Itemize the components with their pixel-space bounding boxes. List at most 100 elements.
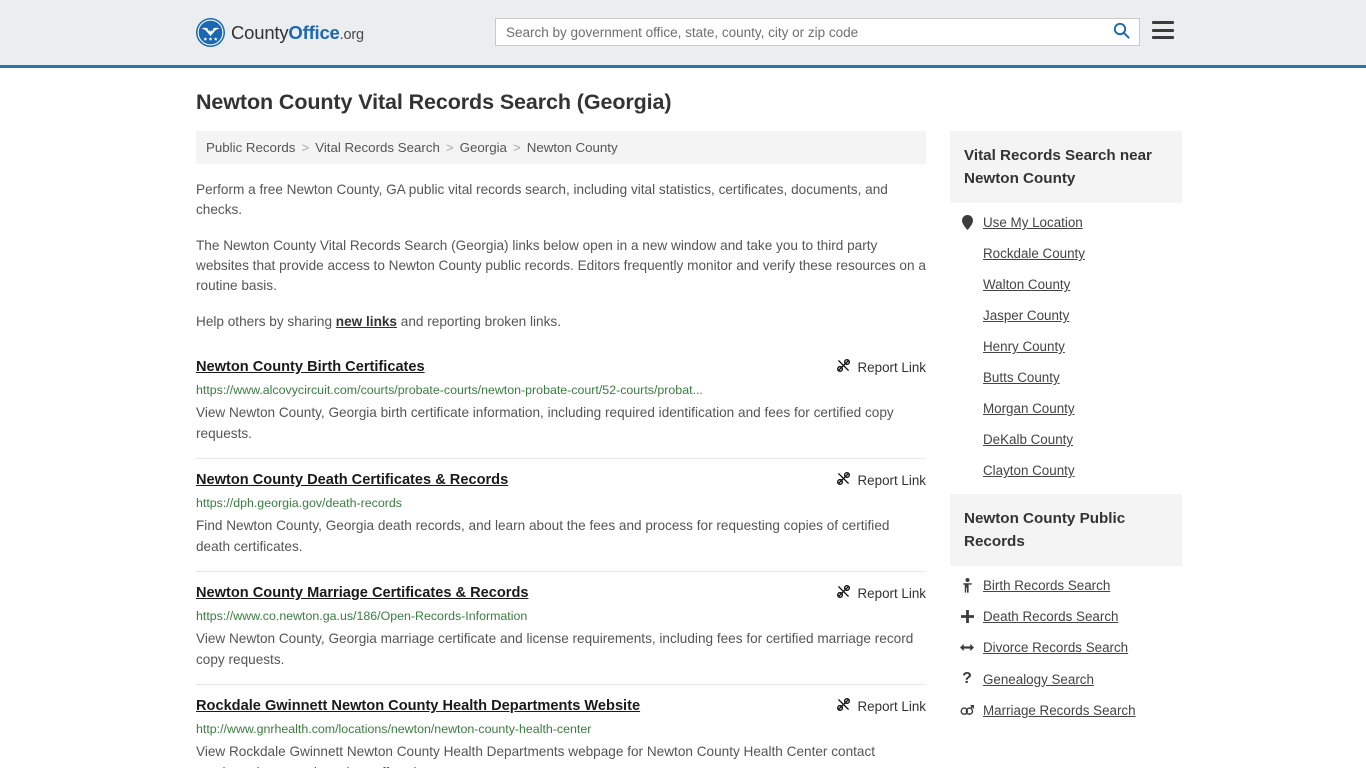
sidebar-public-records-list: Birth Records Search Death Records Searc… — [950, 566, 1182, 726]
sidebar-link-label[interactable]: Clayton County — [983, 463, 1075, 478]
report-link-label: Report Link — [857, 585, 926, 601]
hamburger-bar-1 — [1152, 21, 1174, 24]
sidebar-link-label[interactable]: Birth Records Search — [983, 578, 1110, 593]
sidebar-item-henry-county[interactable]: Henry County — [950, 331, 1182, 362]
search-input[interactable] — [496, 19, 1109, 45]
sidebar-link-label[interactable]: Rockdale County — [983, 246, 1085, 261]
report-link-label: Report Link — [857, 359, 926, 375]
result-description: View Newton County, Georgia marriage cer… — [196, 631, 914, 667]
question-mark-icon: ? — [962, 670, 972, 687]
broken-link-icon — [836, 471, 851, 489]
sidebar-link-label[interactable]: Genealogy Search — [983, 672, 1094, 687]
sidebar: Vital Records Search near Newton County … — [950, 131, 1182, 734]
sidebar-public-records-heading: Newton County Public Records — [950, 494, 1182, 566]
search-button[interactable] — [1109, 19, 1139, 45]
site-header: CountyOffice.org — [0, 0, 1366, 68]
result-title-link[interactable]: Newton County Death Certificates & Recor… — [196, 471, 508, 490]
result-url: https://www.alcovycircuit.com/courts/pro… — [196, 383, 703, 397]
broken-link-icon — [836, 584, 851, 602]
report-link-label: Report Link — [857, 698, 926, 714]
breadcrumb-item-georgia[interactable]: Georgia — [460, 140, 507, 155]
eagle-crest-icon — [196, 18, 225, 47]
search-icon — [1113, 22, 1130, 42]
breadcrumb-item-public-records[interactable]: Public Records — [206, 140, 295, 155]
sidebar-nearby-list: Use My Location Rockdale County Walton C… — [950, 203, 1182, 486]
sidebar-link-label[interactable]: DeKalb County — [983, 432, 1073, 447]
sidebar-item-jasper-county[interactable]: Jasper County — [950, 300, 1182, 331]
result-title-link[interactable]: Rockdale Gwinnett Newton County Health D… — [196, 697, 640, 716]
page-title: Newton County Vital Records Search (Geor… — [196, 90, 672, 114]
sidebar-item-morgan-county[interactable]: Morgan County — [950, 393, 1182, 424]
sidebar-link-label[interactable]: Marriage Records Search — [983, 703, 1136, 718]
hamburger-bar-2 — [1152, 28, 1174, 32]
intro-paragraph-3-before: Help others by sharing — [196, 314, 336, 329]
sidebar-link-label[interactable]: Butts County — [983, 370, 1060, 385]
result-description: View Newton County, Georgia birth certif… — [196, 405, 894, 441]
breadcrumb-separator: > — [301, 140, 310, 155]
broken-link-icon — [836, 358, 851, 376]
sidebar-item-birth-records-search[interactable]: Birth Records Search — [950, 570, 1182, 601]
male-female-icon — [960, 704, 974, 717]
result-item: Rockdale Gwinnett Newton County Health D… — [196, 684, 926, 768]
report-link-button[interactable]: Report Link — [836, 697, 926, 715]
broken-link-icon — [836, 697, 851, 715]
sidebar-item-death-records-search[interactable]: Death Records Search — [950, 601, 1182, 632]
main-content: Public Records > Vital Records Search > … — [196, 131, 926, 768]
result-header: Newton County Marriage Certificates & Re… — [196, 584, 926, 603]
sidebar-item-use-my-location[interactable]: Use My Location — [950, 207, 1182, 238]
intro-paragraph-1: Perform a free Newton County, GA public … — [196, 182, 888, 217]
result-description: Find Newton County, Georgia death record… — [196, 518, 890, 554]
sidebar-item-walton-county[interactable]: Walton County — [950, 269, 1182, 300]
site-logo[interactable]: CountyOffice.org — [196, 18, 364, 47]
baby-icon — [960, 578, 974, 593]
sidebar-item-clayton-county[interactable]: Clayton County — [950, 455, 1182, 486]
result-title-link[interactable]: Newton County Marriage Certificates & Re… — [196, 584, 529, 603]
hamburger-bar-3 — [1152, 36, 1174, 39]
sidebar-link-label[interactable]: Divorce Records Search — [983, 640, 1128, 655]
sidebar-link-label[interactable]: Henry County — [983, 339, 1065, 354]
sidebar-nearby-box: Vital Records Search near Newton County … — [950, 131, 1182, 486]
result-url: https://dph.georgia.gov/death-records — [196, 496, 402, 510]
cross-icon — [960, 610, 974, 623]
report-link-button[interactable]: Report Link — [836, 358, 926, 376]
brand-word-org: .org — [339, 26, 364, 43]
report-link-button[interactable]: Report Link — [836, 471, 926, 489]
result-title-link[interactable]: Newton County Birth Certificates — [196, 358, 425, 377]
intro-paragraph-2: The Newton County Vital Records Search (… — [196, 238, 926, 293]
breadcrumb: Public Records > Vital Records Search > … — [196, 131, 926, 164]
new-links-link[interactable]: new links — [336, 314, 397, 329]
result-header: Newton County Birth Certificates Report … — [196, 358, 926, 377]
page-container: Newton County Vital Records Search (Geor… — [0, 90, 1366, 768]
sidebar-link-label[interactable]: Jasper County — [983, 308, 1069, 323]
breadcrumb-item-newton-county[interactable]: Newton County — [527, 140, 618, 155]
sidebar-link-label[interactable]: Morgan County — [983, 401, 1075, 416]
hamburger-menu-icon[interactable] — [1152, 21, 1174, 39]
search-bar — [495, 18, 1140, 46]
result-url: http://www.gnrhealth.com/locations/newto… — [196, 722, 592, 736]
brand-word-county: County — [231, 21, 289, 43]
sidebar-item-divorce-records-search[interactable]: Divorce Records Search — [950, 632, 1182, 663]
intro-paragraph-3: Help others by sharing new links and rep… — [196, 312, 926, 332]
results-list: Newton County Birth Certificates Report … — [196, 354, 926, 768]
report-link-button[interactable]: Report Link — [836, 584, 926, 602]
site-logo-text: CountyOffice.org — [231, 22, 364, 44]
sidebar-nearby-heading: Vital Records Search near Newton County — [950, 131, 1182, 203]
content-columns: Public Records > Vital Records Search > … — [196, 131, 1182, 768]
intro-paragraph-3-after: and reporting broken links. — [397, 314, 561, 329]
sidebar-item-rockdale-county[interactable]: Rockdale County — [950, 238, 1182, 269]
report-link-label: Report Link — [857, 472, 926, 488]
sidebar-link-label[interactable]: Use My Location — [983, 215, 1083, 230]
sidebar-link-label[interactable]: Death Records Search — [983, 609, 1118, 624]
sidebar-item-dekalb-county[interactable]: DeKalb County — [950, 424, 1182, 455]
sidebar-item-butts-county[interactable]: Butts County — [950, 362, 1182, 393]
sidebar-item-marriage-records-search[interactable]: Marriage Records Search — [950, 695, 1182, 726]
sidebar-link-label[interactable]: Walton County — [983, 277, 1070, 292]
result-header: Newton County Death Certificates & Recor… — [196, 471, 926, 490]
map-pin-icon — [960, 215, 974, 230]
brand-word-office: Office — [288, 21, 340, 43]
result-url: https://www.co.newton.ga.us/186/Open-Rec… — [196, 609, 528, 623]
breadcrumb-item-vital-records-search[interactable]: Vital Records Search — [315, 140, 440, 155]
intro-text: Perform a free Newton County, GA public … — [196, 180, 926, 332]
sidebar-item-genealogy-search[interactable]: ? Genealogy Search — [950, 663, 1182, 695]
breadcrumb-separator: > — [445, 140, 454, 155]
